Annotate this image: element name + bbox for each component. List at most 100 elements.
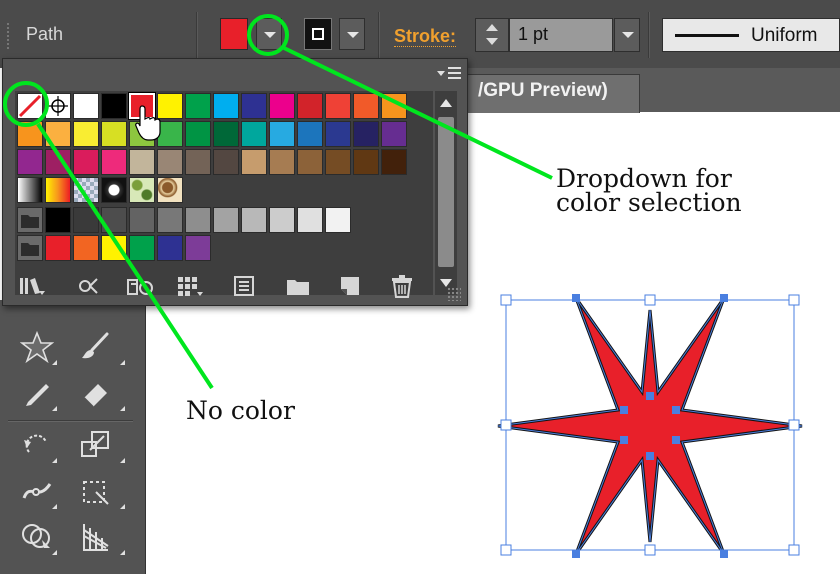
artboard-canvas[interactable]: [480, 280, 820, 570]
fill-color-swatch[interactable]: [220, 18, 248, 50]
swatch-color[interactable]: [157, 149, 183, 175]
swatch-color[interactable]: [353, 149, 379, 175]
free-transform-tool-icon[interactable]: [78, 474, 112, 508]
swatch-libraries-menu-icon[interactable]: [17, 273, 47, 299]
bbox-handle[interactable]: [500, 419, 512, 431]
scroll-down-icon[interactable]: [440, 279, 452, 287]
stroke-weight-stepper[interactable]: [475, 18, 509, 52]
anchor-point[interactable]: [646, 452, 654, 460]
perspective-grid-tool-icon[interactable]: [78, 520, 112, 554]
resize-grip[interactable]: [447, 287, 461, 301]
scroll-up-icon[interactable]: [440, 99, 452, 107]
new-color-group-grid-icon[interactable]: [175, 273, 205, 299]
swatch-color[interactable]: [17, 149, 43, 175]
swatch-color[interactable]: [297, 149, 323, 175]
shape-builder-tool-icon[interactable]: [20, 520, 54, 554]
swatch-color[interactable]: [185, 235, 211, 261]
swatch-none[interactable]: [17, 93, 43, 119]
swatch-pattern-paisley[interactable]: [157, 177, 183, 203]
swatch-registration[interactable]: [45, 93, 71, 119]
swatch-gradient-orange[interactable]: [45, 177, 71, 203]
swatch-color[interactable]: [73, 149, 99, 175]
anchor-point[interactable]: [572, 294, 580, 302]
panel-menu-icon[interactable]: [435, 65, 463, 83]
grip-handle[interactable]: [6, 22, 10, 50]
swatch-pattern-checker[interactable]: [73, 177, 99, 203]
swatch-color[interactable]: [353, 93, 379, 119]
swatch-color[interactable]: [101, 235, 127, 261]
stroke-dropdown-button[interactable]: [339, 18, 365, 50]
swatch-color[interactable]: [269, 207, 295, 233]
document-tab-title[interactable]: /GPU Preview): [478, 80, 608, 102]
anchor-point[interactable]: [672, 436, 680, 444]
swatch-color[interactable]: [213, 149, 239, 175]
star-tool-icon[interactable]: [19, 330, 55, 364]
scroll-thumb[interactable]: [438, 117, 454, 267]
swatch-color[interactable]: [129, 207, 155, 233]
list-view-icon[interactable]: [229, 273, 259, 299]
swatch-color[interactable]: [185, 207, 211, 233]
delete-swatch-trash-icon[interactable]: [387, 273, 417, 299]
swatch-group-folder-icon[interactable]: [17, 235, 43, 261]
stroke-weight-dropdown[interactable]: [614, 18, 640, 52]
swatch-color[interactable]: [73, 121, 99, 147]
swatch-color[interactable]: [241, 207, 267, 233]
swatch-color[interactable]: [325, 121, 351, 147]
swatch-color[interactable]: [157, 235, 183, 261]
new-folder-icon[interactable]: [283, 273, 313, 299]
swatch-color[interactable]: [45, 149, 71, 175]
variable-width-profile-select[interactable]: Uniform: [662, 18, 840, 52]
swatch-gradient-gray[interactable]: [17, 177, 43, 203]
chevron-up-icon[interactable]: [486, 24, 498, 31]
bbox-handle[interactable]: [788, 294, 800, 306]
swatch-color[interactable]: [325, 149, 351, 175]
swatch-color[interactable]: [185, 149, 211, 175]
swatch-color[interactable]: [269, 149, 295, 175]
swatch-color[interactable]: [297, 93, 323, 119]
swatch-color[interactable]: [381, 149, 407, 175]
swatch-color[interactable]: [45, 121, 71, 147]
show-swatch-kinds-icon[interactable]: [73, 273, 103, 299]
swatch-color[interactable]: [325, 93, 351, 119]
swatch-color[interactable]: [353, 121, 379, 147]
swatch-scrollbar[interactable]: [435, 91, 457, 295]
swatch-color[interactable]: [129, 235, 155, 261]
anchor-point[interactable]: [572, 550, 580, 558]
swatch-group-folder-icon[interactable]: [17, 207, 43, 233]
swatch-pattern-leaves[interactable]: [129, 177, 155, 203]
swatch-color[interactable]: [297, 207, 323, 233]
bbox-handle[interactable]: [644, 294, 656, 306]
anchor-point[interactable]: [720, 294, 728, 302]
swatch-color[interactable]: [129, 149, 155, 175]
swatch-color[interactable]: [157, 207, 183, 233]
swatch-color[interactable]: [185, 93, 211, 119]
new-swatch-icon[interactable]: [335, 273, 365, 299]
swatch-color[interactable]: [241, 149, 267, 175]
swatch-color[interactable]: [17, 121, 43, 147]
width-tool-icon[interactable]: [20, 474, 54, 508]
pencil-tool-icon[interactable]: [20, 376, 54, 410]
swatch-color[interactable]: [269, 93, 295, 119]
swatch-color[interactable]: [101, 121, 127, 147]
swatch-color[interactable]: [185, 121, 211, 147]
swatch-pattern-leopard[interactable]: [101, 177, 127, 203]
swatch-color[interactable]: [213, 207, 239, 233]
rotate-tool-icon[interactable]: [20, 428, 54, 462]
fill-dropdown-button[interactable]: [256, 18, 282, 50]
stroke-weight-input[interactable]: 1 pt: [509, 18, 613, 52]
bbox-handle[interactable]: [644, 544, 656, 556]
swatch-color[interactable]: [241, 121, 267, 147]
anchor-point[interactable]: [646, 392, 654, 400]
swatch-color[interactable]: [45, 207, 71, 233]
anchor-point[interactable]: [620, 436, 628, 444]
anchor-point[interactable]: [620, 406, 628, 414]
swatch-color[interactable]: [213, 93, 239, 119]
swatch-color[interactable]: [45, 235, 71, 261]
swatch-color[interactable]: [213, 121, 239, 147]
stroke-label[interactable]: Stroke:: [394, 26, 457, 47]
swatch-color[interactable]: [241, 93, 267, 119]
paintbrush-tool-icon[interactable]: [78, 330, 112, 364]
chevron-down-icon[interactable]: [486, 38, 498, 45]
swatch-color[interactable]: [73, 93, 99, 119]
star-shape[interactable]: [497, 297, 803, 555]
